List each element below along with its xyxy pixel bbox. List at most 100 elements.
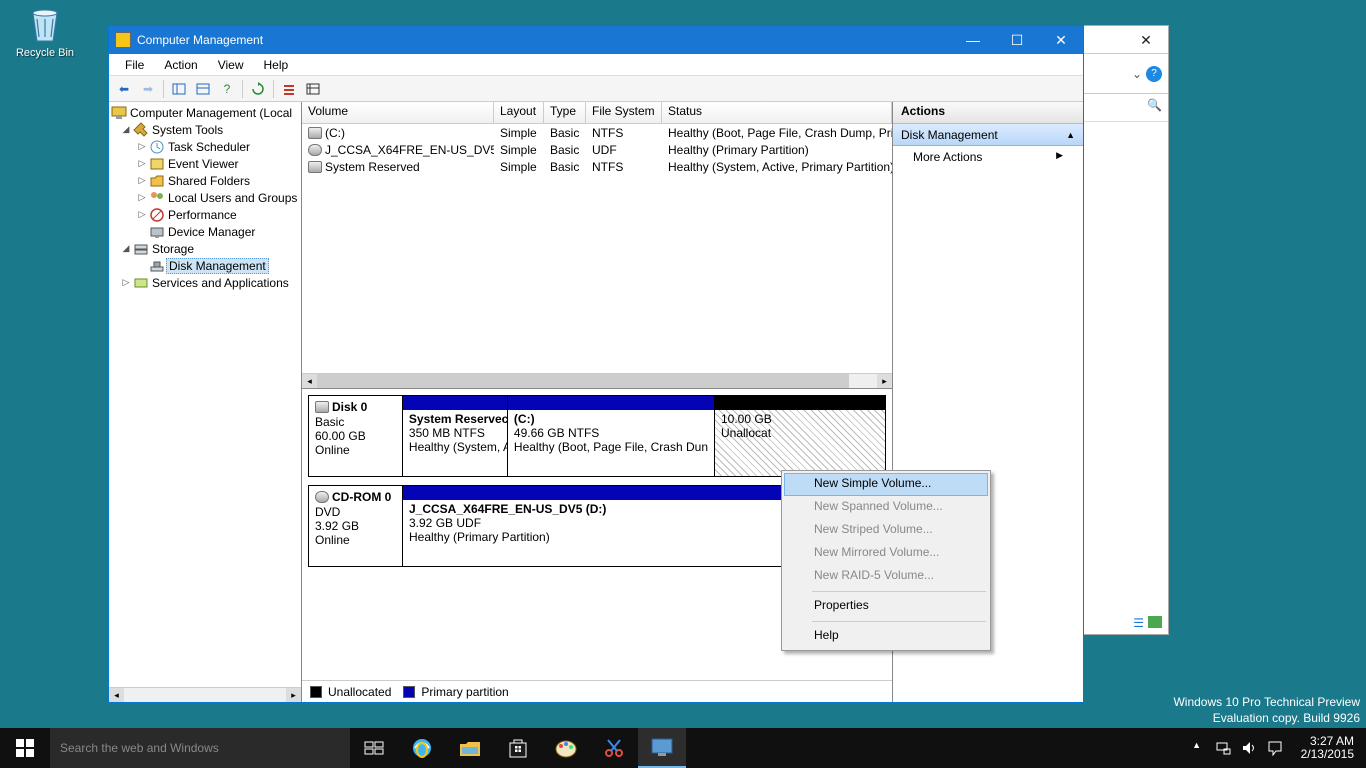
menubar: File Action View Help bbox=[109, 54, 1083, 76]
titlebar[interactable]: Computer Management — ☐ ✕ bbox=[109, 26, 1083, 54]
tree-event-viewer[interactable]: ▷Event Viewer bbox=[111, 155, 299, 172]
legend-primary: Primary partition bbox=[421, 685, 508, 699]
search-input[interactable]: Search the web and Windows bbox=[50, 728, 350, 768]
volume-icon bbox=[308, 161, 322, 173]
expand-icon[interactable]: ▷ bbox=[137, 209, 147, 220]
context-menu: New Simple Volume... New Spanned Volume.… bbox=[781, 470, 991, 651]
show-hidden-icons[interactable]: ▲ bbox=[1189, 740, 1205, 756]
close-button[interactable]: ✕ bbox=[1039, 26, 1083, 54]
taskbar: Search the web and Windows ▲ 3:27 AM 2/1… bbox=[0, 728, 1366, 768]
clock[interactable]: 3:27 AM 2/13/2015 bbox=[1293, 731, 1362, 765]
list-header: Volume Layout Type File System Status bbox=[302, 102, 892, 124]
list-scrollbar[interactable]: ◂▸ bbox=[302, 373, 892, 388]
tree-storage[interactable]: ◢Storage bbox=[111, 240, 299, 257]
paint-taskbar-icon[interactable] bbox=[542, 728, 590, 768]
volume-icon bbox=[308, 127, 322, 139]
volume-icon[interactable] bbox=[1241, 740, 1257, 756]
watermark: Windows 10 Pro Technical Preview Evaluat… bbox=[1173, 694, 1360, 726]
mmc-taskbar-icon[interactable] bbox=[638, 728, 686, 768]
explorer-dropdown-icon[interactable]: ⌄ bbox=[1132, 67, 1142, 81]
details-view-button[interactable] bbox=[302, 78, 324, 100]
tree-performance[interactable]: ▷Performance bbox=[111, 206, 299, 223]
start-button[interactable] bbox=[0, 728, 50, 768]
properties[interactable]: Properties bbox=[784, 595, 988, 618]
tree-shared-folders[interactable]: ▷Shared Folders bbox=[111, 172, 299, 189]
partition-unallocated[interactable]: 10.00 GBUnallocat bbox=[715, 396, 885, 476]
toolbar: ⬅ ➡ ? bbox=[109, 76, 1083, 102]
new-simple-volume[interactable]: New Simple Volume... bbox=[784, 473, 988, 496]
tree-root[interactable]: Computer Management (Local bbox=[111, 104, 299, 121]
expand-icon[interactable]: ▷ bbox=[137, 158, 147, 169]
expand-icon[interactable]: ▷ bbox=[137, 175, 147, 186]
help[interactable]: Help bbox=[784, 625, 988, 648]
col-layout[interactable]: Layout bbox=[494, 102, 544, 123]
ie-taskbar-icon[interactable] bbox=[398, 728, 446, 768]
chevron-right-icon: ▶ bbox=[1056, 150, 1063, 164]
store-taskbar-icon[interactable] bbox=[494, 728, 542, 768]
recycle-bin-label: Recycle Bin bbox=[10, 47, 80, 59]
forward-button[interactable]: ➡ bbox=[137, 78, 159, 100]
col-status[interactable]: Status bbox=[662, 102, 892, 123]
collapse-icon[interactable]: ◢ bbox=[121, 124, 131, 135]
maximize-button[interactable]: ☐ bbox=[995, 26, 1039, 54]
cdrom-icon bbox=[315, 491, 329, 503]
menu-file[interactable]: File bbox=[115, 56, 154, 74]
expand-icon[interactable]: ▷ bbox=[121, 277, 131, 288]
explorer-search-icon[interactable]: 🔍 bbox=[1147, 98, 1162, 112]
explorer-view-tiles-icon[interactable] bbox=[1148, 616, 1162, 628]
show-hide-button[interactable] bbox=[168, 78, 190, 100]
tree-services-applications[interactable]: ▷Services and Applications bbox=[111, 274, 299, 291]
refresh-button[interactable] bbox=[247, 78, 269, 100]
list-row[interactable]: J_CCSA_X64FRE_EN-US_DV5 (D:) Simple Basi… bbox=[302, 141, 892, 158]
legend-swatch-unallocated bbox=[310, 686, 322, 698]
disk-management-icon bbox=[149, 258, 165, 274]
system-tray: ▲ 3:27 AM 2/13/2015 bbox=[1185, 728, 1366, 768]
refresh-action-button[interactable]: ? bbox=[216, 78, 238, 100]
col-volume[interactable]: Volume bbox=[302, 102, 494, 123]
explorer-view-details-icon[interactable]: ☰ bbox=[1133, 616, 1144, 630]
explorer-help-icon[interactable]: ? bbox=[1146, 66, 1162, 82]
tree-task-scheduler[interactable]: ▷Task Scheduler bbox=[111, 138, 299, 155]
collapse-icon[interactable]: ◢ bbox=[121, 243, 131, 254]
minimize-button[interactable]: — bbox=[951, 26, 995, 54]
partition-system-reserved[interactable]: System Reservec350 MB NTFSHealthy (Syste… bbox=[403, 396, 508, 476]
recycle-bin[interactable]: Recycle Bin bbox=[10, 5, 80, 59]
explorer-taskbar-icon[interactable] bbox=[446, 728, 494, 768]
explorer-close-button[interactable]: ✕ bbox=[1124, 26, 1168, 54]
help-button[interactable] bbox=[192, 78, 214, 100]
expand-icon[interactable]: ▷ bbox=[137, 141, 147, 152]
snipping-taskbar-icon[interactable] bbox=[590, 728, 638, 768]
tree-local-users[interactable]: ▷Local Users and Groups bbox=[111, 189, 299, 206]
back-button[interactable]: ⬅ bbox=[113, 78, 135, 100]
collapse-up-icon[interactable]: ▲ bbox=[1066, 130, 1075, 140]
computer-icon bbox=[111, 105, 127, 121]
disk-0-label[interactable]: Disk 0 Basic 60.00 GB Online bbox=[308, 395, 402, 477]
menu-action[interactable]: Action bbox=[154, 56, 207, 74]
shared-folders-icon bbox=[149, 173, 165, 189]
actions-subtitle[interactable]: Disk Management ▲ bbox=[893, 124, 1083, 146]
storage-icon bbox=[133, 241, 149, 257]
list-row[interactable]: System Reserved Simple Basic NTFS Health… bbox=[302, 158, 892, 175]
action-center-icon[interactable] bbox=[1267, 740, 1283, 756]
expand-icon[interactable]: ▷ bbox=[137, 192, 147, 203]
list-row[interactable]: (C:) Simple Basic NTFS Healthy (Boot, Pa… bbox=[302, 124, 892, 141]
file-explorer-window[interactable]: ✕ ⌄ ? 🔍 ☰ bbox=[1080, 25, 1169, 635]
menu-help[interactable]: Help bbox=[254, 56, 299, 74]
col-filesystem[interactable]: File System bbox=[586, 102, 662, 123]
col-type[interactable]: Type bbox=[544, 102, 586, 123]
menu-view[interactable]: View bbox=[208, 56, 254, 74]
network-icon[interactable] bbox=[1215, 740, 1231, 756]
task-view-button[interactable] bbox=[350, 728, 398, 768]
list-view-button[interactable] bbox=[278, 78, 300, 100]
cdrom-0-label[interactable]: CD-ROM 0 DVD 3.92 GB Online bbox=[308, 485, 402, 567]
legend-swatch-primary bbox=[403, 686, 415, 698]
tools-icon bbox=[133, 122, 149, 138]
services-icon bbox=[133, 275, 149, 291]
partition-c[interactable]: (C:)49.66 GB NTFSHealthy (Boot, Page Fil… bbox=[508, 396, 715, 476]
tree-system-tools[interactable]: ◢ System Tools bbox=[111, 121, 299, 138]
more-actions[interactable]: More Actions ▶ bbox=[893, 146, 1083, 168]
tree-disk-management[interactable]: Disk Management bbox=[111, 257, 299, 274]
new-striped-volume: New Striped Volume... bbox=[784, 519, 988, 542]
tree-scrollbar[interactable]: ◂▸ bbox=[109, 687, 301, 702]
tree-device-manager[interactable]: Device Manager bbox=[111, 223, 299, 240]
